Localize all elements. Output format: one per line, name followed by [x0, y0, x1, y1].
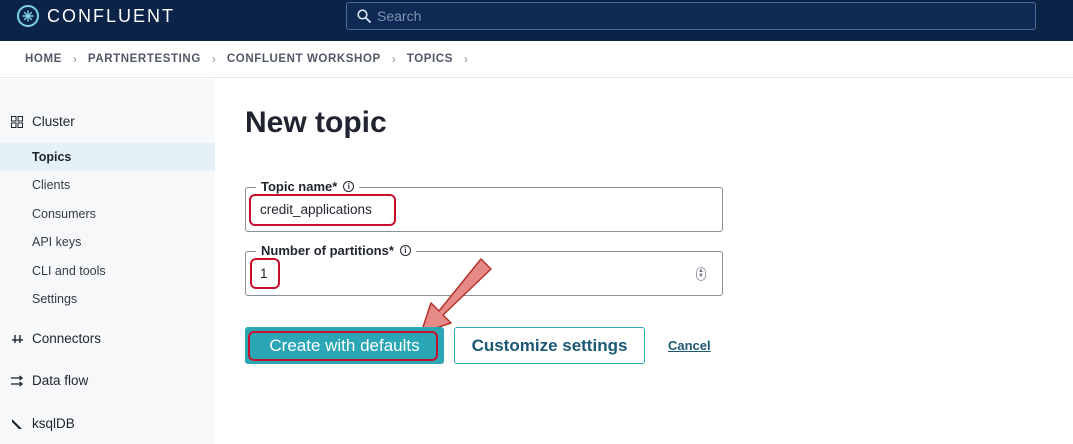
number-stepper[interactable]: ▲ ▼: [696, 267, 706, 281]
customize-settings-label: Customize settings: [471, 335, 628, 355]
chevron-right-icon: ›: [391, 52, 396, 66]
sidebar-data-flow-label: Data flow: [32, 373, 89, 388]
sidebar-item-settings[interactable]: Settings: [0, 285, 215, 313]
create-button-highlight: [248, 331, 438, 361]
breadcrumb-cluster[interactable]: CONFLUENT WORKSHOP: [227, 53, 381, 65]
annotation-arrow-icon: [420, 258, 492, 334]
sidebar-ksqldb[interactable]: ksqlDB: [10, 416, 75, 431]
sidebar-connectors[interactable]: Connectors: [10, 331, 101, 346]
ksqldb-icon: [10, 417, 24, 431]
chevron-right-icon: ›: [211, 52, 216, 66]
chevron-down-icon[interactable]: ▼: [698, 273, 704, 279]
sidebar-data-flow[interactable]: Data flow: [10, 373, 88, 388]
info-icon[interactable]: i: [399, 245, 411, 256]
customize-settings-button[interactable]: Customize settings: [454, 327, 645, 364]
breadcrumb-home[interactable]: HOME: [25, 53, 62, 65]
search-box[interactable]: [346, 2, 1036, 30]
data-flow-icon: [10, 374, 24, 388]
search-input[interactable]: [377, 8, 977, 24]
sidebar-item-cli-and-tools[interactable]: CLI and tools: [0, 257, 215, 285]
topic-name-label: Topic name*: [261, 179, 338, 194]
topic-name-label-wrap: Topic name* i: [256, 179, 360, 194]
sidebar-cluster-label: Cluster: [32, 114, 75, 129]
plug-icon: [10, 332, 24, 346]
topic-name-highlight: [249, 194, 396, 226]
partitions-label: Number of partitions*: [261, 243, 394, 258]
partitions-highlight: [250, 258, 280, 289]
sidebar: Cluster Topics Clients Consumers API key…: [0, 79, 215, 444]
partitions-label-wrap: Number of partitions* i: [256, 243, 416, 258]
sidebar-item-topics[interactable]: Topics: [0, 143, 215, 171]
breadcrumb-environment[interactable]: PARTNERTESTING: [88, 53, 201, 65]
brand-name: CONFLUENT: [47, 5, 176, 26]
sidebar-item-consumers[interactable]: Consumers: [0, 200, 215, 228]
confluent-logo-icon: [17, 5, 39, 27]
sidebar-cluster[interactable]: Cluster: [10, 114, 75, 129]
breadcrumb: HOME › PARTNERTESTING › CONFLUENT WORKSH…: [0, 41, 1073, 78]
chevron-right-icon: ›: [72, 52, 77, 66]
sidebar-connectors-label: Connectors: [32, 331, 102, 346]
cancel-link[interactable]: Cancel: [668, 338, 711, 353]
top-bar: CONFLUENT: [0, 0, 1073, 41]
search-icon: [357, 9, 371, 23]
info-icon[interactable]: i: [343, 181, 355, 192]
page-title: New topic: [245, 106, 387, 139]
sidebar-ksqldb-label: ksqlDB: [32, 416, 75, 431]
confluent-logo[interactable]: CONFLUENT: [17, 5, 175, 27]
sidebar-item-api-keys[interactable]: API keys: [0, 228, 215, 256]
sidebar-item-clients[interactable]: Clients: [0, 171, 215, 199]
breadcrumb-topics[interactable]: TOPICS: [407, 53, 453, 65]
chevron-right-icon: ›: [463, 52, 468, 66]
grid-icon: [10, 115, 24, 129]
